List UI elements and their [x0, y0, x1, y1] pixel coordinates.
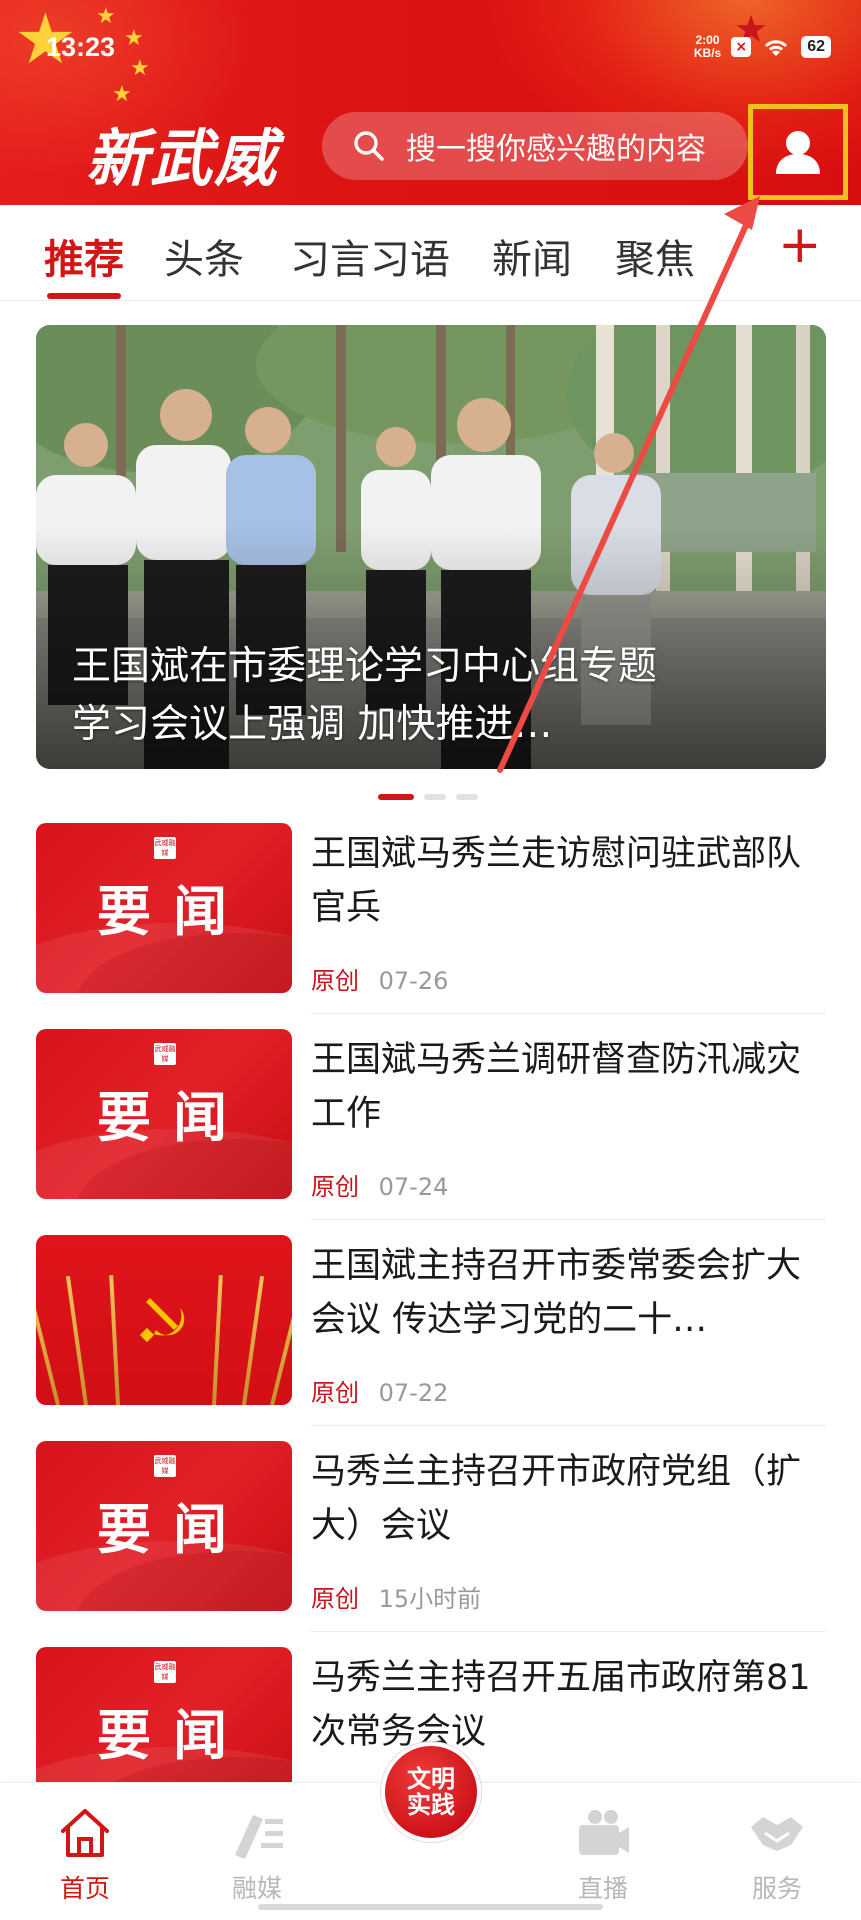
flag-pole-decoration	[65, 1275, 88, 1405]
news-title: 马秀兰主持召开市政府党组（扩大）会议	[311, 1452, 802, 1546]
news-title: 王国斌马秀兰走访慰问驻武部队官兵	[311, 834, 802, 928]
flag-pole-decoration	[242, 1275, 265, 1405]
status-time: 13:23	[46, 32, 116, 62]
civilization-practice-button[interactable]: 文明实践	[381, 1742, 481, 1842]
carousel-dot[interactable]	[424, 794, 446, 800]
tab-xi-quotes[interactable]: 习言习语	[290, 227, 450, 285]
divider	[311, 1013, 826, 1014]
nav-label: 服务	[751, 1874, 802, 1903]
news-thumbnail: 武威融媒 要闻	[36, 1029, 292, 1199]
search-bar[interactable]: 搜一搜你感兴趣的内容	[322, 112, 748, 180]
tab-focus[interactable]: 聚焦	[615, 227, 695, 285]
nav-label: 直播	[577, 1874, 628, 1903]
add-channel-button[interactable]: +	[778, 219, 822, 271]
news-time: 07-26	[378, 967, 449, 995]
battery-indicator: 62	[801, 36, 831, 58]
news-item[interactable]: 武威融媒 要闻 马秀兰主持召开市政府党组（扩大）会议 原创 15小时前	[36, 1441, 826, 1632]
flag-pole-decoration	[212, 1275, 223, 1405]
sim-disabled-icon: ×	[731, 37, 752, 57]
handshake-icon	[751, 1817, 803, 1851]
user-icon	[776, 131, 820, 174]
nav-label: 融媒	[231, 1874, 282, 1903]
star-decoration: ★	[124, 26, 144, 51]
nav-home[interactable]: 首页	[30, 1805, 140, 1905]
nav-live[interactable]: 直播	[548, 1805, 658, 1905]
carousel-dot[interactable]	[456, 794, 478, 800]
party-emblem-icon	[139, 1298, 185, 1343]
thumb-label: 要闻	[97, 1703, 249, 1767]
search-icon	[354, 131, 384, 161]
news-title: 马秀兰主持召开五届市政府第81次常务会议	[311, 1658, 811, 1752]
network-speed: 2:00 KB/s	[694, 34, 721, 60]
tab-news[interactable]: 新闻	[492, 227, 572, 285]
news-time: 07-24	[378, 1173, 449, 1201]
media-icon	[235, 1815, 283, 1859]
user-profile-button[interactable]	[748, 104, 848, 200]
news-source: 原创	[311, 1173, 359, 1201]
status-icons: 2:00 KB/s × 62	[694, 34, 831, 60]
tab-recommend[interactable]: 推荐	[44, 227, 124, 285]
nav-media[interactable]: 融媒	[202, 1805, 312, 1905]
thumb-badge: 武威融媒	[154, 1455, 176, 1477]
thumb-label: 要闻	[97, 879, 249, 943]
search-placeholder: 搜一搜你感兴趣的内容	[406, 132, 706, 167]
divider	[311, 1219, 826, 1220]
banner-title: 王国斌在市委理论学习中心组专题学习会议上强调 加快推进…	[72, 644, 658, 747]
channel-tabs: 推荐 头条 习言习语 新闻 聚焦 +	[0, 205, 861, 301]
tabs-fade	[700, 205, 780, 299]
nav-label: 首页	[59, 1874, 110, 1903]
news-source: 原创	[311, 967, 359, 995]
news-item[interactable]: 武威融媒 要闻 王国斌马秀兰走访慰问驻武部队官兵 原创 07-26	[36, 823, 826, 1014]
news-thumbnail-party	[36, 1235, 292, 1405]
flag-pole-decoration	[36, 1278, 60, 1405]
divider	[311, 1425, 826, 1426]
nav-service[interactable]: 服务	[722, 1805, 832, 1905]
active-tab-indicator	[47, 293, 121, 299]
app-logo: 新武威	[86, 122, 279, 195]
thumb-label: 要闻	[97, 1497, 249, 1561]
tab-headlines[interactable]: 头条	[164, 227, 244, 285]
live-icon	[579, 1810, 629, 1855]
carousel-dot-active[interactable]	[378, 794, 414, 800]
news-item[interactable]: 武威融媒 要闻 王国斌马秀兰调研督查防汛减灾工作 原创 07-24	[36, 1029, 826, 1220]
news-meta: 原创 07-26	[311, 961, 448, 996]
gesture-home-bar[interactable]	[258, 1904, 603, 1910]
news-meta: 原创 15小时前	[311, 1579, 481, 1614]
star-decoration: ★	[96, 4, 116, 29]
news-title: 王国斌主持召开市委常委会扩大会议 传达学习党的二十…	[311, 1246, 802, 1340]
network-speed-unit: KB/s	[693, 46, 722, 60]
news-item[interactable]: 王国斌主持召开市委常委会扩大会议 传达学习党的二十… 原创 07-22	[36, 1235, 826, 1426]
thumb-badge: 武威融媒	[154, 837, 176, 859]
carousel-indicator	[378, 794, 478, 800]
divider	[311, 1631, 826, 1632]
star-decoration: ★	[112, 82, 132, 107]
home-icon	[61, 1809, 109, 1857]
flag-pole-decoration	[109, 1275, 120, 1405]
thumb-badge: 武威融媒	[154, 1661, 176, 1683]
star-decoration: ★	[130, 56, 150, 81]
top-header: ★ ★ ★ ★ ★ ★ 13:23 2:00 KB/s × 62 新武威 搜一搜…	[0, 0, 861, 205]
thumb-badge: 武威融媒	[154, 1043, 176, 1065]
flag-pole-decoration	[270, 1278, 292, 1405]
news-thumbnail: 武威融媒 要闻	[36, 1441, 292, 1611]
news-time: 15小时前	[378, 1585, 482, 1613]
news-time: 07-22	[378, 1379, 449, 1407]
wifi-icon	[765, 40, 788, 56]
news-thumbnail: 武威融媒 要闻	[36, 823, 292, 993]
featured-banner[interactable]: 王国斌在市委理论学习中心组专题学习会议上强调 加快推进…	[36, 325, 826, 769]
news-title: 王国斌马秀兰调研督查防汛减灾工作	[311, 1040, 802, 1134]
news-meta: 原创 07-24	[311, 1167, 448, 1202]
thumb-label: 要闻	[97, 1085, 249, 1149]
news-source: 原创	[311, 1585, 359, 1613]
news-meta: 原创 07-22	[311, 1373, 448, 1408]
news-source: 原创	[311, 1379, 359, 1407]
